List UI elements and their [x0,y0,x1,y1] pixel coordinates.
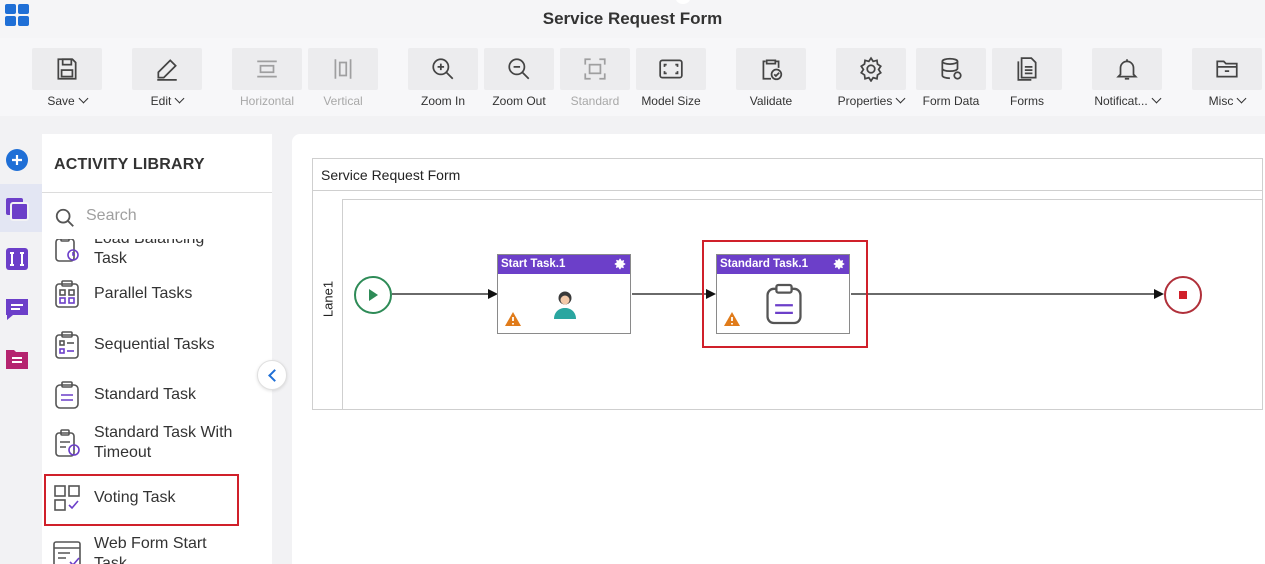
forms-label: Forms [1010,94,1044,108]
model-size-button[interactable]: Model Size [636,48,706,112]
model-size-icon [659,59,683,79]
standard-task-highlight [44,474,239,526]
vertical-button[interactable]: Vertical [308,48,378,112]
parallel-tasks-icon [55,280,79,308]
list-item-load-balancing-task[interactable]: Load Balancing Task [44,239,239,269]
pencil-icon [157,59,177,81]
load-balancing-task-icon [55,239,79,262]
standard-task-icon [55,381,79,409]
edit-label: Edit [150,94,172,108]
zoom-in-button[interactable]: Zoom In [408,48,478,112]
warning-icon [505,312,521,326]
save-label: Save [47,94,75,108]
validate-label: Validate [749,94,793,108]
start-event-icon[interactable] [353,275,393,315]
list-item-web-form-start-task[interactable]: Web Form Start Task [44,534,239,564]
save-button[interactable]: Save [32,48,102,112]
standard-size-button[interactable]: Standard [560,48,630,112]
zoom-out-button[interactable]: Zoom Out [484,48,554,112]
task-header: Start Task.1 [498,255,630,274]
list-item-label: Sequential Tasks [94,336,215,353]
list-item-standard-task[interactable]: Standard Task [44,380,239,410]
align-vertical-icon [334,59,352,79]
properties-button[interactable]: Properties [836,48,906,112]
validate-button[interactable]: Validate [736,48,806,112]
toolbar: Save Edit Horizontal Vertical Zoom In Zo… [0,38,1265,116]
user-icon [554,291,576,319]
collapse-library-button[interactable] [257,360,287,390]
add-circle-icon[interactable] [4,147,30,173]
process-canvas: Service Request Form Lane1 Start Task.1 … [292,134,1265,564]
standard-task-node-highlight [702,240,868,348]
edit-button[interactable]: Edit [132,48,202,112]
align-horizontal-icon [257,60,277,78]
page-title: Service Request Form [542,9,723,28]
model-size-label: Model Size [641,94,701,108]
activity-library-title: ACTIVITY LIBRARY [54,156,205,173]
start-task-node[interactable]: Start Task.1 [497,254,631,334]
list-item-parallel-tasks[interactable]: Parallel Tasks [44,279,239,309]
search-icon [55,208,74,227]
list-item-sequential-tasks[interactable]: Sequential Tasks [44,330,239,360]
documents-icon[interactable] [4,346,30,372]
misc-button[interactable]: Misc [1192,48,1262,112]
diagram-connectors [392,289,1164,299]
list-item-standard-task-with-timeout[interactable]: Standard Task With Timeout [44,423,239,463]
database-icon [941,57,962,80]
activity-library-panel: ACTIVITY LIBRARY Load Balancing Task Par… [42,134,272,564]
misc-label: Misc [1208,94,1234,108]
bell-icon [1116,59,1138,80]
list-item-label: Web Form Start Task [94,535,207,564]
task-name: Start Task.1 [501,258,566,270]
forms-icon [1017,57,1037,81]
activity-list: Load Balancing Task Parallel Tasks Seque… [42,239,272,564]
form-data-button[interactable]: Form Data [916,48,986,112]
notifications-button[interactable]: Notificat... [1092,48,1162,112]
list-item-label: Standard Task With Timeout [94,424,233,461]
comments-icon[interactable] [4,296,30,322]
search-input[interactable] [86,205,256,227]
list-item-label: Standard Task [94,386,196,403]
activity-library-icon[interactable] [4,196,30,222]
header-notch [676,0,690,4]
notifications-label: Notificat... [1094,94,1148,108]
standard-task-timeout-icon [55,429,80,457]
standard-size-icon [584,58,606,80]
vertical-label: Vertical [323,94,363,108]
list-item-label: Load Balancing Task [94,239,204,267]
library-search [42,193,272,239]
save-icon [57,58,77,80]
web-form-start-task-icon [53,541,81,564]
gear-icon[interactable] [613,257,627,271]
zoom-out-icon [508,58,530,80]
list-item-label: Parallel Tasks [94,285,193,302]
top-bar: Service Request Form [0,0,1265,38]
end-event-icon[interactable] [1163,275,1203,315]
horizontal-button[interactable]: Horizontal [232,48,302,112]
variables-icon[interactable] [4,246,30,272]
gear-icon [860,56,882,82]
validate-icon [762,59,783,81]
properties-label: Properties [837,94,893,108]
zoom-in-icon [432,58,454,80]
folder-icon [1216,60,1238,78]
sequential-tasks-icon [55,331,79,359]
forms-button[interactable]: Forms [992,48,1062,112]
